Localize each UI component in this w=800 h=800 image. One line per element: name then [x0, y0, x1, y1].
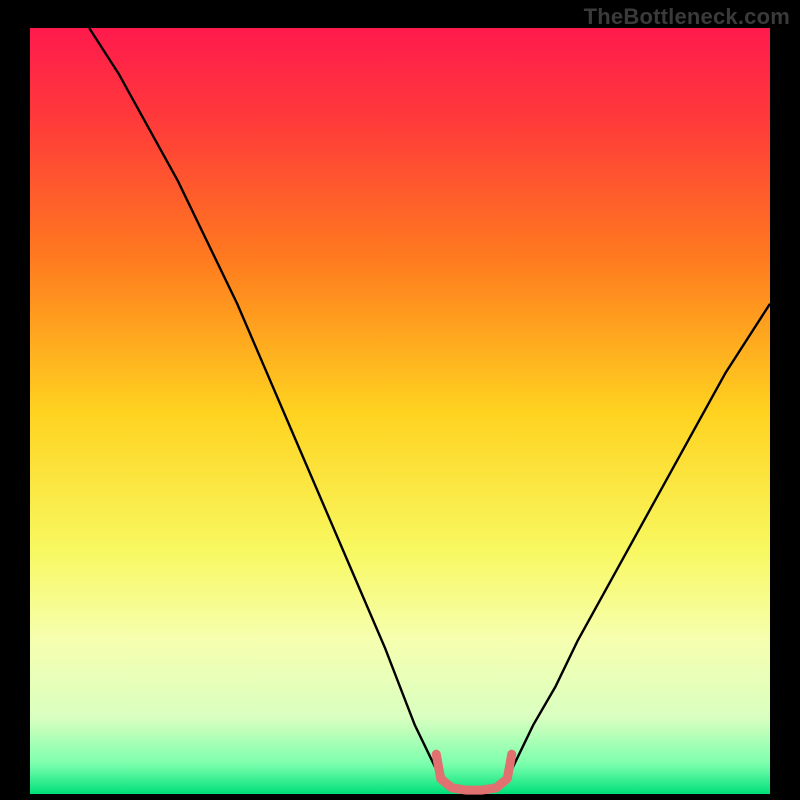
bottleneck-chart — [0, 0, 800, 800]
chart-stage: TheBottleneck.com — [0, 0, 800, 800]
watermark-text: TheBottleneck.com — [584, 4, 790, 30]
plot-background — [30, 28, 770, 794]
